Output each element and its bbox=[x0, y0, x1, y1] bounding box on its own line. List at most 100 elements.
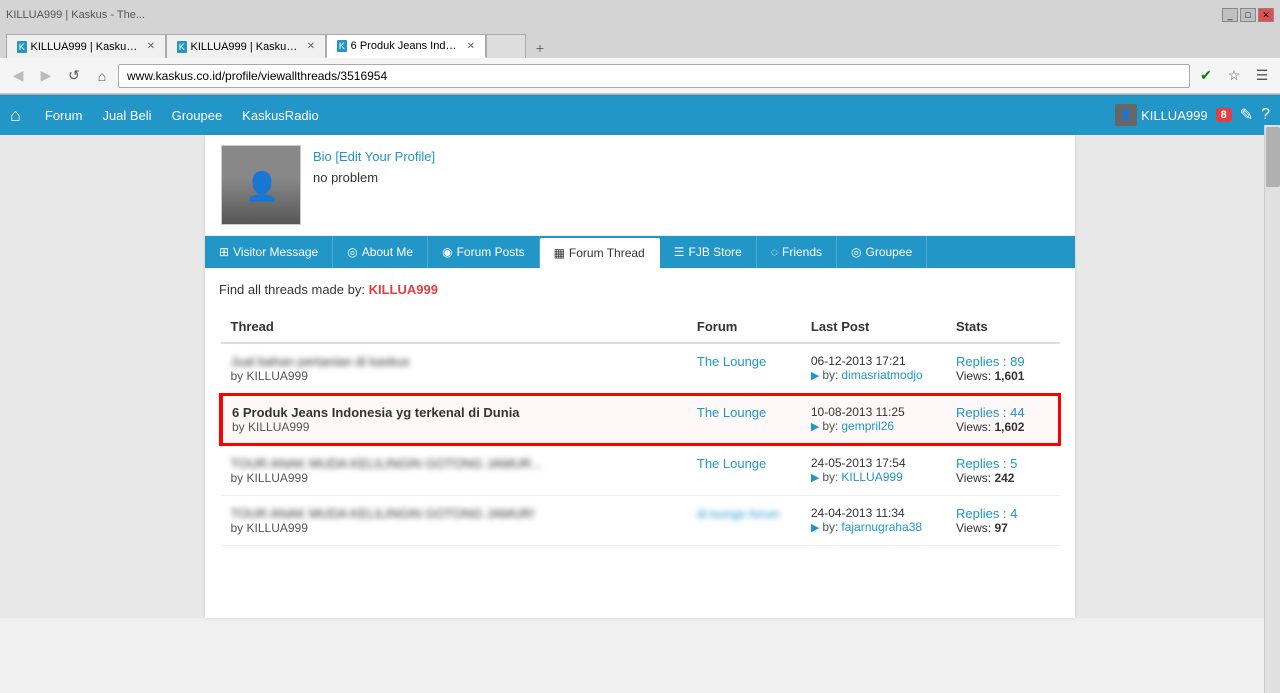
site-nav: ⌂ Forum Jual Beli Groupee KaskusRadio 👤 … bbox=[0, 95, 1280, 135]
tab-favicon-3: K bbox=[337, 40, 347, 52]
find-prefix: Find all threads made by: bbox=[219, 282, 365, 297]
new-tab-button[interactable]: + bbox=[530, 38, 550, 58]
scrollbar-thumb[interactable] bbox=[1266, 127, 1280, 187]
site-home-icon[interactable]: ⌂ bbox=[10, 105, 21, 126]
visitor-message-icon: ⊞ bbox=[219, 245, 229, 259]
blurred-title-4: TOUR ANAK MUDA KELILINGIN GOTONG JAMUR! bbox=[231, 506, 535, 521]
tab-visitor-message-label: Visitor Message bbox=[233, 245, 318, 259]
thread-title-link-2[interactable]: 6 Produk Jeans Indonesia yg terkenal di … bbox=[232, 405, 520, 420]
profile-top: 👤 Bio [Edit Your Profile] no problem bbox=[205, 135, 1075, 236]
find-username[interactable]: KILLUA999 bbox=[369, 282, 438, 297]
table-row-highlighted: 6 Produk Jeans Indonesia yg terkenal di … bbox=[221, 394, 1061, 445]
close-button[interactable]: ✕ bbox=[1258, 8, 1274, 22]
lastpost-cell-2: 10-08-2013 11:25 ▶ by: gempril26 bbox=[801, 394, 946, 445]
help-icon[interactable]: ? bbox=[1261, 106, 1270, 124]
tab-visitor-message[interactable]: ⊞ Visitor Message bbox=[205, 236, 333, 268]
views-count-1: 1,601 bbox=[994, 369, 1024, 383]
forum-cell-3: The Lounge bbox=[687, 445, 801, 496]
browser-tab-3[interactable]: K 6 Produk Jeans Indonesia... ✕ bbox=[326, 34, 486, 58]
minimize-button[interactable]: _ bbox=[1222, 8, 1238, 22]
last-poster-1[interactable]: dimasriatmodjo bbox=[841, 368, 922, 382]
thread-title-2[interactable]: 6 Produk Jeans Indonesia yg terkenal di … bbox=[232, 405, 677, 420]
tab-bar: K KILLUA999 | Kaskus - The... ✕ K KILLUA… bbox=[0, 30, 1280, 58]
forum-link-3[interactable]: The Lounge bbox=[697, 456, 766, 471]
tab-friends[interactable]: ◌ Friends bbox=[757, 236, 837, 268]
replies-link-1[interactable]: Replies : 89 bbox=[956, 354, 1025, 369]
last-poster-4[interactable]: fajarnugraha38 bbox=[841, 520, 922, 534]
edit-icon[interactable]: ✎ bbox=[1240, 105, 1253, 125]
last-post-date-4: 24-04-2013 11:34 bbox=[811, 506, 936, 520]
maximize-button[interactable]: □ bbox=[1240, 8, 1256, 22]
nav-icons: ✔ ☆ ☰ bbox=[1194, 64, 1274, 88]
address-bar[interactable] bbox=[118, 64, 1190, 88]
tab-forum-posts[interactable]: ◉ Forum Posts bbox=[428, 236, 540, 268]
nav-groupee[interactable]: Groupee bbox=[162, 108, 233, 123]
browser-tab-2[interactable]: K KILLUA999 | Kaskus - The... ✕ bbox=[166, 34, 326, 58]
forward-button[interactable]: ▶ bbox=[34, 64, 58, 88]
tab-forum-thread-label: Forum Thread bbox=[569, 246, 645, 260]
views-4: Views: 97 bbox=[956, 521, 1050, 535]
table-header: Thread Forum Last Post Stats bbox=[221, 311, 1061, 343]
thread-author-2[interactable]: KILLUA999 bbox=[248, 420, 309, 434]
last-poster-2[interactable]: gempril26 bbox=[841, 419, 894, 433]
nav-user[interactable]: 👤 KILLUA999 bbox=[1115, 104, 1208, 126]
thread-author-3[interactable]: KILLUA999 bbox=[247, 471, 308, 485]
by-label-4: by: bbox=[822, 520, 838, 534]
replies-link-3[interactable]: Replies : 5 bbox=[956, 456, 1017, 471]
profile-info: Bio [Edit Your Profile] no problem bbox=[313, 145, 435, 225]
replies-link-4[interactable]: Replies : 4 bbox=[956, 506, 1017, 521]
last-poster-3[interactable]: KILLUA999 bbox=[841, 470, 902, 484]
views-count-3: 242 bbox=[994, 471, 1014, 485]
last-post-by-4: ▶ by: fajarnugraha38 bbox=[811, 520, 936, 534]
replies-link-2[interactable]: Replies : 44 bbox=[956, 405, 1025, 420]
lastpost-cell-4: 24-04-2013 11:34 ▶ by: fajarnugraha38 bbox=[801, 496, 946, 546]
browser-chrome: KILLUA999 | Kaskus - The... _ □ ✕ K KILL… bbox=[0, 0, 1280, 95]
blurred-forum-4: di lounge forum bbox=[697, 507, 780, 521]
thread-by-4: by KILLUA999 bbox=[231, 521, 677, 535]
tab-forum-thread[interactable]: ▦ Forum Thread bbox=[540, 238, 660, 268]
by-label-2: by: bbox=[822, 419, 838, 433]
thread-author-4[interactable]: KILLUA999 bbox=[247, 521, 308, 535]
forum-cell-1: The Lounge bbox=[687, 343, 801, 394]
thread-title-1[interactable]: Jual bahan pertanian di kaskus bbox=[231, 354, 677, 369]
views-1: Views: 1,601 bbox=[956, 369, 1050, 383]
thread-table: Thread Forum Last Post Stats Jual bahan … bbox=[219, 311, 1061, 546]
browser-tab-1[interactable]: K KILLUA999 | Kaskus - The... ✕ bbox=[6, 34, 166, 58]
nav-forum[interactable]: Forum bbox=[35, 108, 93, 123]
nav-kaskusradio[interactable]: KaskusRadio bbox=[232, 108, 329, 123]
table-row-3: TOUR ANAK MUDA KELILINGIN GOTONG JAMUR..… bbox=[221, 445, 1061, 496]
forum-link-1[interactable]: The Lounge bbox=[697, 354, 766, 369]
thread-title-4[interactable]: TOUR ANAK MUDA KELILINGIN GOTONG JAMUR! bbox=[231, 506, 677, 521]
thread-by-2: by KILLUA999 bbox=[232, 420, 677, 434]
bookmark-star-icon[interactable]: ☆ bbox=[1222, 64, 1246, 88]
nav-jualbeli[interactable]: Jual Beli bbox=[92, 108, 161, 123]
reload-button[interactable]: ↺ bbox=[62, 64, 86, 88]
thread-by-1: by KILLUA999 bbox=[231, 369, 677, 383]
tab-close-1[interactable]: ✕ bbox=[147, 41, 155, 52]
profile-tabs: ⊞ Visitor Message ◎ About Me ◉ Forum Pos… bbox=[205, 236, 1075, 268]
tab-close-3[interactable]: ✕ bbox=[467, 41, 475, 52]
table-row: Jual bahan pertanian di kaskus by KILLUA… bbox=[221, 343, 1061, 394]
forum-posts-icon: ◉ bbox=[442, 245, 452, 259]
tab-fjb-store[interactable]: ☰ FJB Store bbox=[660, 236, 757, 268]
back-button[interactable]: ◀ bbox=[6, 64, 30, 88]
thread-cell-4: TOUR ANAK MUDA KELILINGIN GOTONG JAMUR! … bbox=[221, 496, 687, 546]
bio-link[interactable]: Bio [Edit Your Profile] bbox=[313, 149, 435, 164]
last-post-by-1: ▶ by: dimasriatmodjo bbox=[811, 368, 936, 382]
thread-author-1[interactable]: KILLUA999 bbox=[247, 369, 308, 383]
notification-badge[interactable]: 8 bbox=[1216, 108, 1232, 122]
home-button[interactable]: ⌂ bbox=[90, 64, 114, 88]
scrollbar[interactable] bbox=[1264, 125, 1280, 693]
site-wrapper: ⌂ Forum Jual Beli Groupee KaskusRadio 👤 … bbox=[0, 95, 1280, 693]
tab-about-me[interactable]: ◎ About Me bbox=[333, 236, 428, 268]
forum-link-2[interactable]: The Lounge bbox=[697, 405, 766, 420]
thread-title-3[interactable]: TOUR ANAK MUDA KELILINGIN GOTONG JAMUR..… bbox=[231, 456, 677, 471]
thread-cell-2: 6 Produk Jeans Indonesia yg terkenal di … bbox=[221, 394, 687, 445]
menu-icon[interactable]: ☰ bbox=[1250, 64, 1274, 88]
last-post-date-2: 10-08-2013 11:25 bbox=[811, 405, 936, 419]
last-post-date-3: 24-05-2013 17:54 bbox=[811, 456, 936, 470]
browser-tab-4[interactable] bbox=[486, 34, 526, 58]
tab-close-2[interactable]: ✕ bbox=[307, 41, 315, 52]
post-icon-2: ▶ bbox=[811, 420, 819, 433]
tab-groupee[interactable]: ◎ Groupee bbox=[837, 236, 927, 268]
